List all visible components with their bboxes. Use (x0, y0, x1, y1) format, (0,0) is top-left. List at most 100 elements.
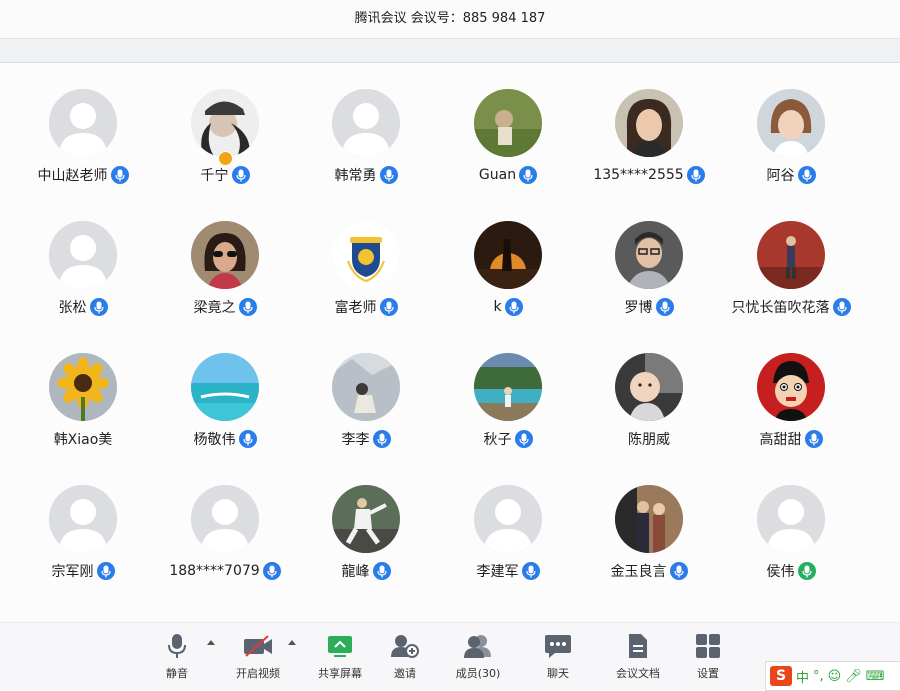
participant-name-row: 金玉良言 (578, 560, 720, 582)
members-label: 成员(30) (455, 667, 501, 680)
microphone-status-icon (521, 562, 540, 580)
participant-tile[interactable]: 135****2555 (578, 62, 720, 184)
participant-avatar (191, 221, 259, 289)
participant-tile[interactable]: 宗军刚 (12, 458, 154, 580)
participant-avatar (757, 221, 825, 289)
participant-avatar (49, 89, 117, 157)
participant-name-row: Guan (437, 164, 579, 186)
microphone-status-icon (262, 562, 281, 580)
start-video-button[interactable]: 开启视频 (220, 631, 296, 681)
video-options-caret[interactable] (288, 640, 296, 645)
participant-name-row: 李建军 (437, 560, 579, 582)
participant-tile[interactable]: 韩Xiao美 (12, 326, 154, 448)
participant-name: 梁竟之 (193, 300, 236, 316)
mute-options-caret[interactable] (207, 640, 215, 645)
participant-avatar (474, 89, 542, 157)
microphone-status-icon (669, 562, 688, 580)
participant-name-row: k (437, 296, 579, 318)
emoji-icon[interactable]: ☺ (828, 669, 842, 684)
microphone-status-icon (89, 298, 108, 316)
microphone-status-icon (514, 430, 533, 448)
participant-tile[interactable]: 秋子 (437, 326, 579, 448)
participant-tile[interactable]: 188****7079 (154, 458, 296, 580)
microphone-status-icon (110, 166, 129, 184)
meeting-docs-button[interactable]: 会议文档 (600, 631, 676, 681)
voice-icon[interactable]: 🎤︎ (845, 669, 862, 684)
participant-name: 秋子 (483, 432, 512, 448)
microphone-status-icon (372, 430, 391, 448)
participant-name-row: 龍峰 (295, 560, 437, 582)
window-title: 腾讯会议 会议号：885 984 187 (0, 0, 900, 38)
participant-tile[interactable]: k (437, 194, 579, 316)
participant-avatar (474, 353, 542, 421)
participant-name-row: 张松 (12, 296, 154, 318)
participant-avatar (191, 485, 259, 553)
participant-tile[interactable]: 侯伟 (720, 458, 862, 580)
participant-avatar (49, 353, 117, 421)
participant-avatar (332, 89, 400, 157)
participant-name: 张松 (58, 300, 87, 316)
ime-toolbar[interactable]: S 中 °, ☺ 🎤︎ ⌨ (765, 661, 900, 691)
participant-name-row: 侯伟 (720, 560, 862, 582)
participant-tile[interactable]: 阿谷 (720, 62, 862, 184)
participant-name: 135****2555 (593, 167, 684, 183)
participant-tile[interactable]: 金玉良言 (578, 458, 720, 580)
participant-name-row: 韩Xiao美 (12, 428, 154, 450)
microphone-status-icon (797, 562, 816, 580)
microphone-status-icon (504, 298, 523, 316)
microphone-status-icon (655, 298, 674, 316)
meeting-docs-label: 会议文档 (616, 667, 660, 680)
microphone-status-icon (686, 166, 705, 184)
participant-tile[interactable]: 中山赵老师 (12, 62, 154, 184)
participant-name: 韩常勇 (334, 168, 377, 184)
chat-icon (520, 631, 596, 661)
participant-tile[interactable]: 李建军 (437, 458, 579, 580)
participant-tile[interactable]: 罗博 (578, 194, 720, 316)
participant-name: 韩Xiao美 (53, 432, 113, 448)
invite-button[interactable]: 邀请 (367, 631, 443, 681)
participant-name-row: 宗军刚 (12, 560, 154, 582)
mute-label: 静音 (166, 667, 188, 680)
participant-tile[interactable]: 陈朋威 (578, 326, 720, 448)
participant-tile[interactable]: 龍峰 (295, 458, 437, 580)
chat-label: 聊天 (547, 667, 569, 680)
participant-name: 宗军刚 (51, 564, 94, 580)
participant-tile[interactable]: 韩常勇 (295, 62, 437, 184)
settings-label: 设置 (697, 667, 719, 680)
chat-button[interactable]: 聊天 (520, 631, 596, 681)
participant-avatar (332, 353, 400, 421)
settings-button[interactable]: 设置 (670, 631, 746, 681)
participant-name: 李李 (341, 432, 370, 448)
keyboard-icon[interactable]: ⌨ (866, 669, 885, 684)
participant-avatar (615, 353, 683, 421)
microphone-status-icon (238, 298, 257, 316)
participant-avatar (191, 353, 259, 421)
participant-avatar (474, 485, 542, 553)
top-bar (0, 38, 900, 63)
participant-tile[interactable]: 只忧长笛吹花落 (720, 194, 862, 316)
participant-tile[interactable]: Guan (437, 62, 579, 184)
participant-name-row: 188****7079 (154, 560, 296, 582)
ime-mode[interactable]: 中 (796, 667, 809, 686)
participant-name-row: 阿谷 (720, 164, 862, 186)
members-icon (440, 631, 516, 661)
members-button[interactable]: 成员(30) (440, 631, 516, 681)
participant-tile[interactable]: 高甜甜 (720, 326, 862, 448)
participant-avatar (615, 89, 683, 157)
grid-settings-icon (670, 631, 746, 661)
participant-tile[interactable]: 富老师 (295, 194, 437, 316)
participant-name: 李建军 (476, 564, 519, 580)
participant-tile[interactable]: 杨敬伟 (154, 326, 296, 448)
participant-avatar (49, 221, 117, 289)
punctuation-icon[interactable]: °, (813, 669, 824, 684)
microphone-status-icon (379, 298, 398, 316)
participant-name: 陈朋威 (628, 432, 670, 448)
mute-button[interactable]: 静音 (139, 631, 215, 681)
sogou-logo-icon: S (770, 666, 792, 686)
participant-tile[interactable]: 梁竟之 (154, 194, 296, 316)
participant-grid: 中山赵老师 千宁 韩常勇 Guan 135****2555 阿谷张松 梁竟之 富老师 k 罗博 只忧… (0, 62, 900, 622)
participant-tile[interactable]: 千宁 (154, 62, 296, 184)
participant-tile[interactable]: 张松 (12, 194, 154, 316)
participant-tile[interactable]: 李李 (295, 326, 437, 448)
participant-name: 高甜甜 (759, 432, 802, 448)
